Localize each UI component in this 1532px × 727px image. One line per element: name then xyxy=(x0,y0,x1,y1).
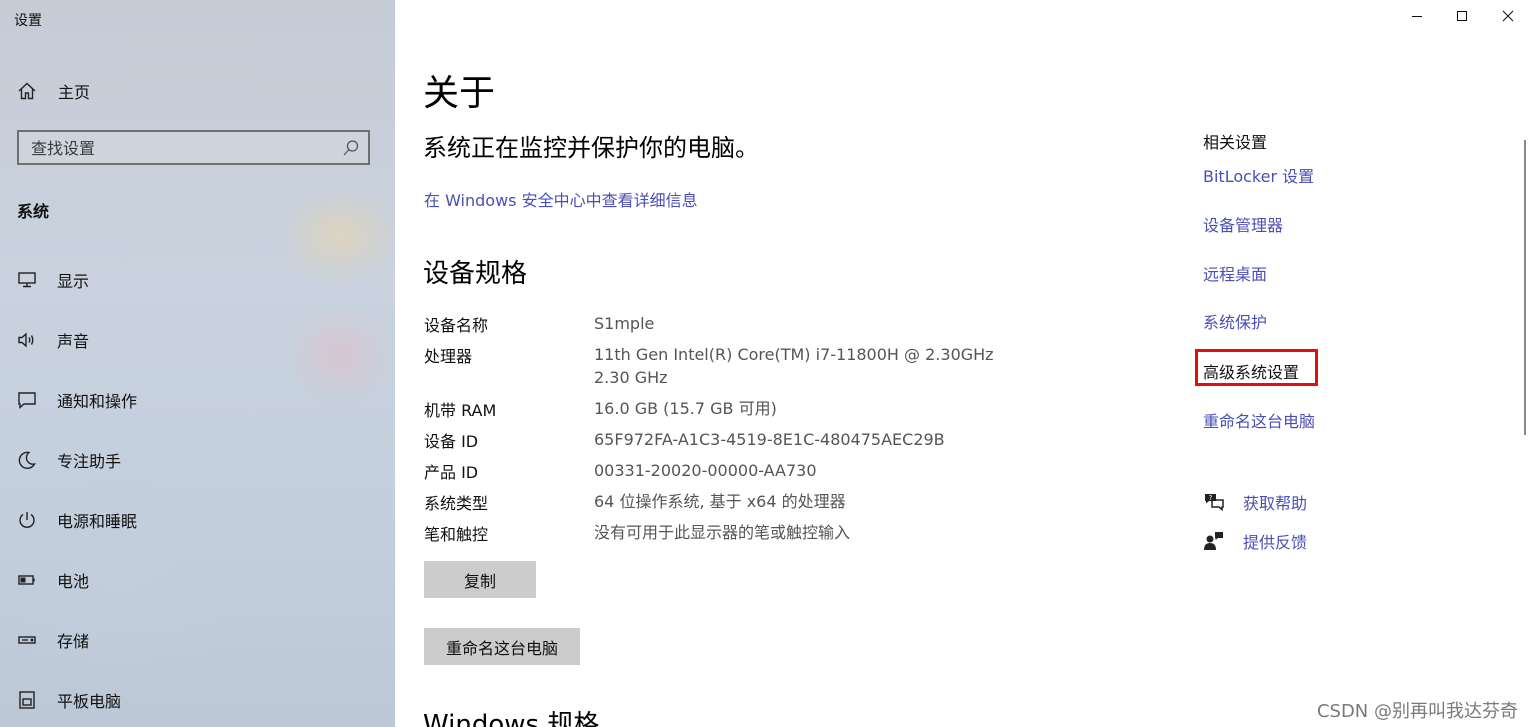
spec-value: 16.0 GB (15.7 GB 可用) xyxy=(594,399,777,418)
search-icon[interactable] xyxy=(342,139,360,157)
get-help-icon: ? xyxy=(1203,491,1225,513)
spec-value: 11th Gen Intel(R) Core(TM) i7-11800H @ 2… xyxy=(594,345,994,364)
spec-label: 机带 RAM xyxy=(424,401,497,420)
spec-label: 设备 ID xyxy=(424,432,479,451)
sidebar-item-label: 声音 xyxy=(57,332,90,351)
sidebar-item-notifications[interactable]: 通知和操作 xyxy=(0,378,395,422)
scrollbar[interactable] xyxy=(1522,120,1528,435)
settings-window: 设置 主页 系统 xyxy=(0,0,1532,727)
related-settings-title: 相关设置 xyxy=(1203,133,1268,152)
windows-specs-heading: Windows 规格 xyxy=(423,710,600,727)
device-manager-link[interactable]: 设备管理器 xyxy=(1203,212,1283,236)
sidebar-item-storage[interactable]: 存储 xyxy=(0,618,395,662)
sidebar-item-display[interactable]: 显示 xyxy=(0,258,395,302)
close-button[interactable] xyxy=(1485,0,1531,32)
rename-pc-link[interactable]: 重命名这台电脑 xyxy=(1203,408,1315,432)
page-title: 关于 xyxy=(423,73,496,114)
get-help-row[interactable]: ? 获取帮助 xyxy=(1203,490,1307,514)
sidebar-item-label: 电池 xyxy=(57,572,90,591)
spec-label: 笔和触控 xyxy=(424,525,489,544)
sidebar-section-title: 系统 xyxy=(17,202,50,221)
app-title: 设置 xyxy=(14,13,42,29)
sound-icon xyxy=(16,329,38,351)
spec-label: 设备名称 xyxy=(424,316,489,335)
focus-assist-icon xyxy=(16,449,38,471)
sidebar-item-label: 主页 xyxy=(58,83,91,102)
spec-label: 系统类型 xyxy=(424,494,489,513)
sidebar-item-home[interactable]: 主页 xyxy=(0,69,395,113)
battery-icon xyxy=(16,569,38,591)
sidebar-item-label: 专注助手 xyxy=(57,452,122,471)
sidebar-item-label: 平板电脑 xyxy=(57,692,122,711)
feedback-icon xyxy=(1203,530,1225,552)
minimize-button[interactable] xyxy=(1394,0,1440,32)
bitlocker-link[interactable]: BitLocker 设置 xyxy=(1203,163,1314,187)
copy-button[interactable]: 复制 xyxy=(424,561,536,598)
rename-pc-button[interactable]: 重命名这台电脑 xyxy=(424,628,580,665)
system-protection-link[interactable]: 系统保护 xyxy=(1203,309,1267,333)
get-help-link[interactable]: 获取帮助 xyxy=(1243,490,1307,514)
feedback-link[interactable]: 提供反馈 xyxy=(1243,529,1307,553)
spec-value-line2: 2.30 GHz xyxy=(594,368,668,387)
display-icon xyxy=(16,269,38,291)
spec-value: 没有可用于此显示器的笔或触控输入 xyxy=(594,523,851,542)
sidebar: 设置 主页 系统 xyxy=(0,0,395,727)
tablet-icon xyxy=(16,689,38,711)
close-icon xyxy=(1502,10,1514,22)
spec-value: 65F972FA-A1C3-4519-8E1C-480475AEC29B xyxy=(594,430,945,449)
search-input[interactable] xyxy=(31,139,331,158)
sidebar-item-label: 通知和操作 xyxy=(57,392,138,411)
sidebar-item-power[interactable]: 电源和睡眠 xyxy=(0,498,395,542)
sidebar-item-sound[interactable]: 声音 xyxy=(0,318,395,362)
security-center-link[interactable]: 在 Windows 安全中心中查看详细信息 xyxy=(424,187,698,211)
sidebar-item-label: 存储 xyxy=(57,632,90,651)
feedback-row[interactable]: 提供反馈 xyxy=(1203,529,1307,553)
maximize-icon xyxy=(1457,11,1467,21)
spec-value: 00331-20020-00000-AA730 xyxy=(594,461,817,480)
remote-desktop-link[interactable]: 远程桌面 xyxy=(1203,261,1267,285)
notifications-icon xyxy=(16,389,38,411)
power-icon xyxy=(16,509,38,531)
spec-value: 64 位操作系统, 基于 x64 的处理器 xyxy=(594,492,846,511)
storage-icon xyxy=(16,629,38,651)
home-icon xyxy=(16,80,38,102)
spec-value: S1mple xyxy=(594,314,655,333)
svg-text:?: ? xyxy=(1209,494,1213,502)
sidebar-item-tablet[interactable]: 平板电脑 xyxy=(0,678,395,722)
search-box[interactable] xyxy=(17,130,370,165)
device-specs-heading: 设备规格 xyxy=(423,259,528,289)
maximize-button[interactable] xyxy=(1439,0,1485,32)
spec-label: 处理器 xyxy=(424,347,473,366)
sidebar-item-battery[interactable]: 电池 xyxy=(0,558,395,602)
scrollbar-thumb[interactable] xyxy=(1524,140,1526,435)
sidebar-item-focus-assist[interactable]: 专注助手 xyxy=(0,438,395,482)
spec-label: 产品 ID xyxy=(424,463,479,482)
sidebar-item-label: 显示 xyxy=(57,272,90,291)
minimize-icon xyxy=(1412,16,1422,17)
protection-status-text: 系统正在监控并保护你的电脑。 xyxy=(423,134,759,162)
sidebar-item-label: 电源和睡眠 xyxy=(57,512,138,531)
advanced-system-settings-link[interactable]: 高级系统设置 xyxy=(1203,359,1299,383)
watermark-text: CSDN @别再叫我达芬奇 xyxy=(1316,701,1518,722)
